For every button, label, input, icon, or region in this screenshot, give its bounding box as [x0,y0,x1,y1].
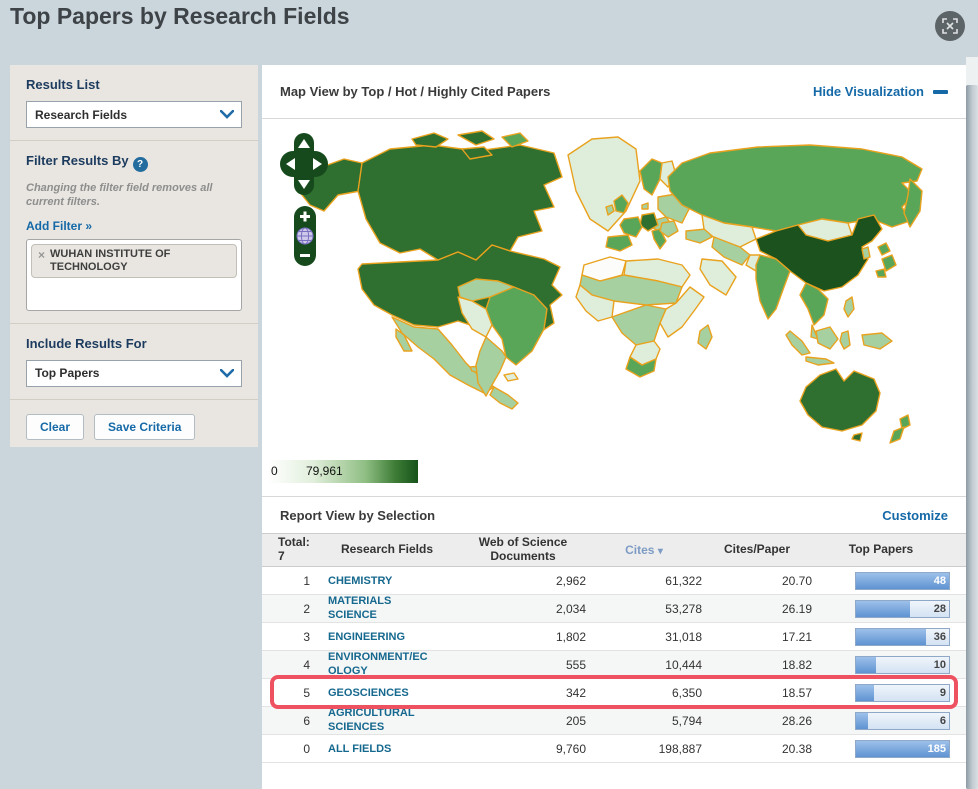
map-legend: 0 79,961 [262,457,966,497]
map-area [262,119,966,457]
map-zoom-control[interactable] [280,205,330,267]
filter-chip[interactable]: × WUHAN INSTITUTE OF TECHNOLOGY [31,243,237,278]
expand-view-button[interactable] [935,11,965,41]
table-row: 1 CHEMISTRY 2,962 61,322 20.70 48 [262,567,966,595]
expand-icon [942,18,958,34]
globe-reset-icon[interactable] [296,227,314,245]
legend-max-value: 79,961 [306,464,343,478]
field-link[interactable]: ENVIRONMENT/ECOLOGY [328,651,428,677]
map-controls [279,132,330,267]
table-body: 1 CHEMISTRY 2,962 61,322 20.70 48 2 MATE… [262,567,966,763]
field-link[interactable]: ENGINEERING [328,631,405,644]
top-papers-bar: 6 [855,711,950,730]
table-header-row: Total: 7 Research Fields Web of Science … [262,533,966,567]
include-results-heading: Include Results For [26,335,147,351]
field-link[interactable]: AGRICULTURAL SCIENCES [328,707,428,733]
table-row: 4 ENVIRONMENT/ECOLOGY 555 10,444 18.82 1… [262,651,966,679]
map-view-title: Map View by Top / Hot / Highly Cited Pap… [280,84,551,99]
chevron-down-icon [213,102,241,127]
hide-visualization-link[interactable]: Hide Visualization [813,84,948,99]
page-title: Top Papers by Research Fields [10,3,350,29]
field-link[interactable]: ALL FIELDS [328,743,391,756]
report-view-header: Report View by Selection Customize [262,497,966,533]
filter-note: Changing the filter field removes all cu… [26,182,213,209]
sort-descending-icon: ▾ [657,546,663,557]
page-header-band: Top Papers by Research Fields [0,0,978,57]
vertical-scrollbar[interactable] [966,57,978,789]
main-panel: Map View by Top / Hot / Highly Cited Pap… [262,65,966,789]
top-papers-bar: 36 [855,627,950,646]
results-list-section: Results List Research Fields [10,65,258,141]
table-row: 3 ENGINEERING 1,802 31,018 17.21 36 [262,623,966,651]
top-papers-bar: 9 [855,683,950,702]
column-header-wos-documents[interactable]: Web of Science Documents [460,535,586,564]
column-header-cites-per-paper[interactable]: Cites/Paper [702,542,812,557]
top-papers-bar: 185 [855,739,950,758]
include-results-select[interactable]: Top Papers [26,359,242,387]
filter-chip-label: WUHAN INSTITUTE OF TECHNOLOGY [50,247,171,273]
help-icon[interactable]: ? [132,157,148,172]
table-row-highlighted: 5 GEOSCIENCES 342 6,350 18.57 9 [262,675,966,709]
sidebar: Results List Research Fields Filter Resu… [10,65,258,447]
legend-gradient-bar: 0 79,961 [268,460,418,483]
results-list-select[interactable]: Research Fields [26,101,242,128]
report-view-title: Report View by Selection [280,507,436,523]
field-link[interactable]: CHEMISTRY [328,575,392,588]
clear-button[interactable]: Clear [26,413,85,440]
zoom-out-button[interactable] [300,254,310,257]
results-list-selected-value: Research Fields [35,107,128,122]
field-link[interactable]: MATERIALS SCIENCE [328,595,428,621]
table-row: 2 MATERIALS SCIENCE 2,034 53,278 26.19 2… [262,595,966,623]
active-filters-box: × WUHAN INSTITUTE OF TECHNOLOGY [26,238,242,311]
column-header-top-papers[interactable]: Top Papers [812,542,950,557]
table-row: 0 ALL FIELDS 9,760 198,887 20.38 185 [262,735,966,763]
filter-section: Filter Results By? Changing the filter f… [10,141,258,324]
minus-icon [933,89,948,94]
add-filter-link[interactable]: Add Filter » [26,219,92,233]
save-criteria-button[interactable]: Save Criteria [94,413,196,440]
top-papers-bar: 10 [855,655,950,674]
chevron-down-icon [213,361,241,386]
field-link[interactable]: GEOSCIENCES [328,687,409,700]
column-header-research-fields[interactable]: Research Fields [314,542,460,557]
top-papers-bar: 28 [855,599,950,618]
legend-min-value: 0 [271,464,278,478]
column-header-cites[interactable]: Cites ▾ [586,543,702,557]
map-pan-control[interactable] [279,132,329,196]
include-results-selected-value: Top Papers [35,366,100,381]
sidebar-buttons: Clear Save Criteria [10,400,258,452]
world-choropleth-map[interactable] [262,119,966,457]
map-region-oceania[interactable] [799,368,911,444]
map-view-header: Map View by Top / Hot / Highly Cited Pap… [262,65,966,119]
total-count: Total: 7 [278,535,310,563]
include-results-section: Include Results For Top Papers [10,324,258,400]
table-row: 6 AGRICULTURAL SCIENCES 205 5,794 28.26 … [262,707,966,735]
filter-heading: Filter Results By? [26,153,242,172]
customize-link[interactable]: Customize [882,508,948,523]
results-list-heading: Results List [26,77,100,92]
map-region-africa[interactable] [575,256,713,378]
remove-filter-icon[interactable]: × [38,248,45,262]
top-papers-bar: 48 [855,571,950,590]
scrollbar-thumb[interactable] [966,85,978,789]
